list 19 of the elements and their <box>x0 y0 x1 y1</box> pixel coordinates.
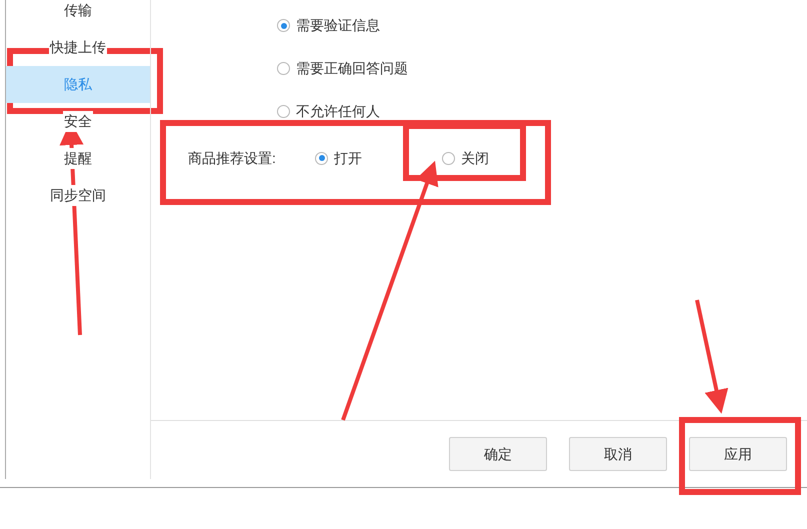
radio-button[interactable] <box>442 152 455 164</box>
sidebar-item[interactable]: 传输 <box>6 0 150 29</box>
dialog-button[interactable]: 确定 <box>449 437 547 471</box>
radio-button[interactable] <box>277 19 290 32</box>
radio-button[interactable] <box>277 105 290 118</box>
sidebar-item[interactable]: 快捷上传 <box>6 29 150 66</box>
sidebar-item[interactable]: 同步空间 <box>6 177 150 214</box>
sidebar-item[interactable]: 安全 <box>6 103 150 140</box>
radio-button[interactable] <box>315 152 328 164</box>
dialog-button[interactable]: 取消 <box>569 437 667 471</box>
setting-label: 商品推荐设置: <box>188 148 277 168</box>
dialog-button[interactable]: 应用 <box>689 437 787 471</box>
option-label: 不允许任何人 <box>296 102 380 121</box>
option-label: 需要正确回答问题 <box>296 59 408 78</box>
sidebar-item[interactable]: 提醒 <box>6 140 150 177</box>
radio-button[interactable] <box>277 62 290 75</box>
option-label: 关闭 <box>461 148 489 168</box>
option-label: 需要验证信息 <box>296 16 380 35</box>
option-label: 打开 <box>334 148 362 168</box>
